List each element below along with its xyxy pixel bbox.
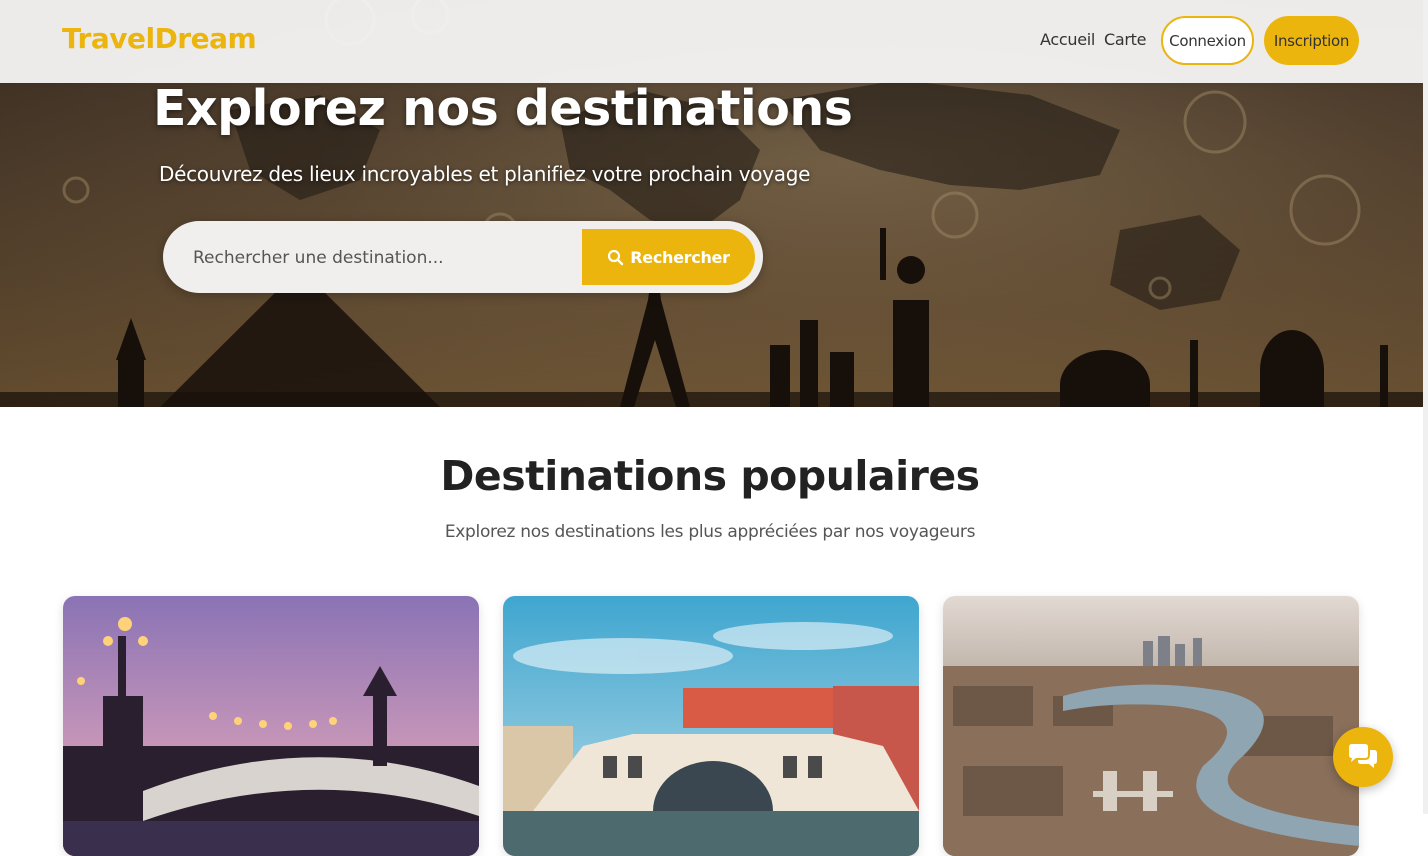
login-button[interactable]: Connexion (1161, 16, 1254, 65)
top-navbar: TravelDream Accueil Carte Connexion Insc… (0, 0, 1423, 83)
section-title: Destinations populaires (440, 452, 980, 500)
chat-button[interactable] (1333, 727, 1393, 787)
signup-button[interactable]: Inscription (1264, 16, 1359, 65)
section-subtitle: Explorez nos destinations les plus appré… (444, 522, 976, 542)
nav-link-accueil[interactable]: Accueil (1040, 30, 1095, 49)
destination-image (943, 596, 1359, 856)
destination-image (63, 596, 479, 856)
hero-subtitle: Découvrez des lieux incroyables et plani… (159, 162, 811, 186)
hero-title: Explorez nos destinations (153, 80, 853, 137)
destination-card[interactable] (503, 596, 919, 856)
destination-card[interactable] (63, 596, 479, 856)
destination-search-input[interactable] (191, 241, 575, 275)
page-scrollbar[interactable] (1423, 0, 1428, 814)
chat-bubbles-icon (1349, 744, 1377, 768)
search-button-label: Rechercher (630, 247, 730, 267)
search-bar: Rechercher (163, 221, 763, 293)
destination-card[interactable] (943, 596, 1359, 856)
search-button[interactable]: Rechercher (582, 229, 755, 285)
brand-logo[interactable]: TravelDream (62, 22, 257, 55)
search-icon (608, 249, 624, 265)
destination-image (503, 596, 919, 856)
nav-link-carte[interactable]: Carte (1104, 30, 1146, 49)
